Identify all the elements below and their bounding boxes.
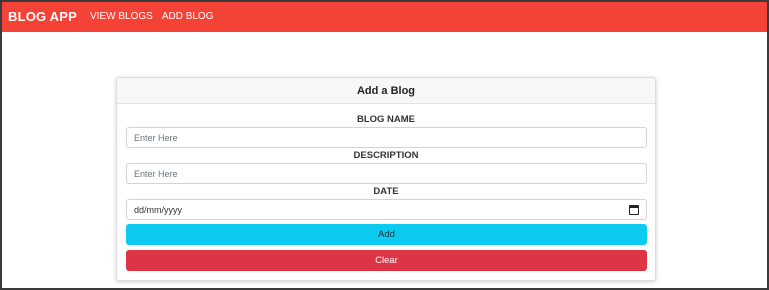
brand-link[interactable]: BLOG APP bbox=[8, 9, 77, 24]
add-blog-card: Add a Blog BLOG NAME Enter Here DESCRIPT… bbox=[116, 77, 656, 281]
add-button[interactable]: Add bbox=[126, 224, 647, 245]
add-blog-form: BLOG NAME Enter Here DESCRIPTION Enter H… bbox=[117, 104, 655, 271]
nav-link-view-blogs[interactable]: VIEW BLOGS bbox=[90, 11, 153, 22]
blog-name-placeholder: Enter Here bbox=[134, 132, 178, 143]
description-label: DESCRIPTION bbox=[353, 150, 419, 161]
nav-link-add-blog[interactable]: ADD BLOG bbox=[162, 11, 214, 22]
navbar: BLOG APP VIEW BLOGS ADD BLOG bbox=[0, 0, 769, 32]
description-input[interactable]: Enter Here bbox=[126, 163, 647, 184]
blog-name-input[interactable]: Enter Here bbox=[126, 127, 647, 148]
date-input[interactable]: dd/mm/yyyy bbox=[126, 199, 647, 220]
date-label: DATE bbox=[373, 186, 399, 197]
clear-button[interactable]: Clear bbox=[126, 250, 647, 271]
blog-name-label: BLOG NAME bbox=[356, 114, 416, 125]
description-placeholder: Enter Here bbox=[134, 168, 178, 179]
calendar-icon[interactable] bbox=[629, 204, 639, 215]
card-title: Add a Blog bbox=[117, 78, 655, 104]
date-placeholder: dd/mm/yyyy bbox=[134, 204, 183, 215]
